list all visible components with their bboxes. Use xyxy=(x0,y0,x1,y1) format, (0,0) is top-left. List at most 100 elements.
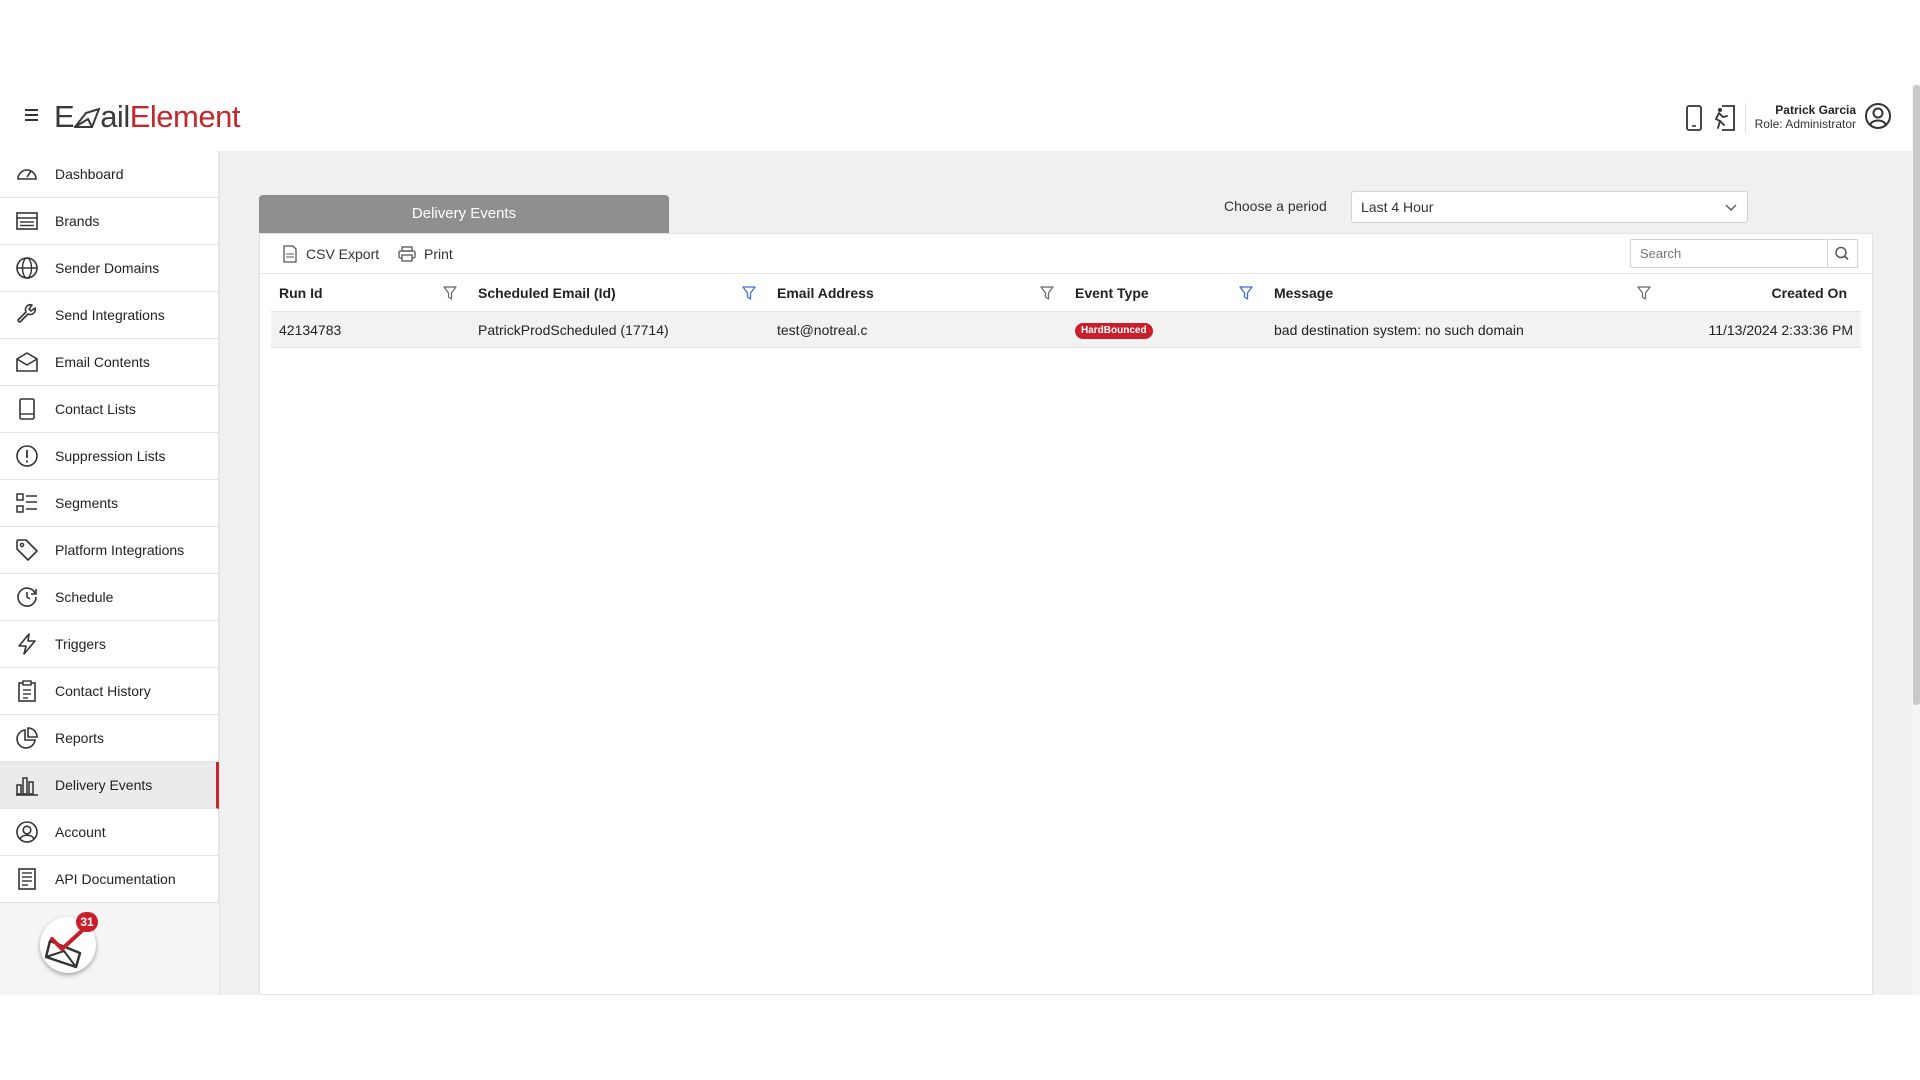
sidebar-item-delivery-events[interactable]: Delivery Events xyxy=(0,762,219,809)
search-input[interactable] xyxy=(1630,239,1828,268)
logo-text-e: E xyxy=(54,99,75,134)
sidebar-item-reports[interactable]: Reports xyxy=(0,715,219,762)
sidebar-item-label: Email Contents xyxy=(55,354,150,370)
column-header-run-id[interactable]: Run Id xyxy=(279,274,323,312)
filter-icon[interactable] xyxy=(443,286,457,300)
sidebar-item-label: Sender Domains xyxy=(55,260,160,276)
filter-icon[interactable] xyxy=(1637,286,1651,300)
print-label: Print xyxy=(424,246,453,262)
print-button[interactable]: Print xyxy=(398,244,453,264)
period-select[interactable]: Last 4 Hour xyxy=(1351,191,1748,223)
sidebar-item-brands[interactable]: Brands xyxy=(0,198,219,245)
document-icon xyxy=(18,868,36,890)
sidebar-item-label: Account xyxy=(55,824,106,840)
user-name: Patrick Garcia xyxy=(1775,103,1856,117)
sidebar-item-label: Send Integrations xyxy=(55,307,165,323)
sidebar-item-label: Reports xyxy=(55,730,105,746)
sidebar-item-dashboard[interactable]: Dashboard xyxy=(0,151,219,198)
envelope-icon xyxy=(16,352,38,372)
wrench-icon xyxy=(17,303,37,323)
sidebar-item-suppression-lists[interactable]: Suppression Lists xyxy=(0,433,219,480)
pie-chart-icon xyxy=(16,727,38,749)
brands-list-icon xyxy=(16,212,38,230)
sidebar-item-send-integrations[interactable]: Send Integrations xyxy=(0,292,219,339)
sidebar-item-label: Schedule xyxy=(55,589,114,605)
delivery-events-panel: CSV Export Print Run Id Scheduled Email … xyxy=(259,233,1873,995)
logo-envelope-icon xyxy=(73,107,101,128)
sidebar-item-label: Dashboard xyxy=(55,166,124,182)
column-header-message[interactable]: Message xyxy=(1274,274,1333,312)
sidebar-item-account[interactable]: Account xyxy=(0,809,219,856)
sidebar-item-label: Triggers xyxy=(55,636,106,652)
printer-icon xyxy=(398,246,416,262)
tag-icon xyxy=(16,539,38,561)
page-scrollbar[interactable] xyxy=(1912,85,1920,995)
header-separator xyxy=(1745,103,1746,133)
sidebar-item-contact-lists[interactable]: Contact Lists xyxy=(0,386,219,433)
scrollbar-thumb[interactable] xyxy=(1913,85,1920,705)
logo-text-ail: ail xyxy=(100,99,130,134)
sidebar-item-email-contents[interactable]: Email Contents xyxy=(0,339,219,386)
sidebar-item-label: Brands xyxy=(55,213,100,229)
period-select-value: Last 4 Hour xyxy=(1361,199,1434,215)
cell-created-on: 11/13/2024 2:33:36 PM xyxy=(1708,322,1853,338)
app-window: EailElement Patrick Garcia Role: Adminis… xyxy=(0,85,1920,995)
notification-mail-button[interactable]: 31 xyxy=(40,912,98,973)
hamburger-menu-icon[interactable] xyxy=(22,106,42,126)
bar-chart-icon xyxy=(16,777,38,796)
sidebar-item-segments[interactable]: Segments xyxy=(0,480,219,527)
search-button[interactable] xyxy=(1828,239,1858,268)
globe-icon xyxy=(16,257,38,279)
sidebar-item-platform-integrations[interactable]: Platform Integrations xyxy=(0,527,219,574)
lightning-icon xyxy=(18,633,36,655)
book-icon xyxy=(19,398,35,420)
filter-icon[interactable] xyxy=(1239,286,1253,300)
logout-door-icon[interactable] xyxy=(1710,103,1738,133)
grid-toolbar: CSV Export Print xyxy=(260,234,1872,274)
column-header-event-type[interactable]: Event Type xyxy=(1075,274,1149,312)
csv-export-label: CSV Export xyxy=(306,246,380,262)
sidebar-item-label: API Documentation xyxy=(55,871,176,887)
table-row[interactable]: 42134783 PatrickProdScheduled (17714) te… xyxy=(271,312,1861,348)
tab-delivery-events[interactable]: Delivery Events xyxy=(259,195,669,233)
sidebar-item-api-documentation[interactable]: API Documentation xyxy=(0,856,219,903)
mobile-phone-icon[interactable] xyxy=(1680,103,1708,133)
sidebar-nav: Dashboard Brands Sender Domains Send Int… xyxy=(0,151,220,995)
dashboard-gauge-icon xyxy=(17,169,37,180)
notification-count-badge: 31 xyxy=(76,912,98,932)
sidebar-item-contact-history[interactable]: Contact History xyxy=(0,668,219,715)
user-info[interactable]: Patrick Garcia Role: Administrator xyxy=(1755,103,1856,131)
segments-list-icon xyxy=(16,493,37,513)
sidebar-item-triggers[interactable]: Triggers xyxy=(0,621,219,668)
user-circle-icon xyxy=(16,821,38,843)
exclamation-circle-icon xyxy=(16,445,38,467)
cell-event-type: HardBounced xyxy=(1075,312,1153,348)
filter-icon[interactable] xyxy=(742,286,756,300)
filter-icon[interactable] xyxy=(1040,286,1054,300)
sidebar-item-label: Delivery Events xyxy=(55,777,153,793)
event-type-badge: HardBounced xyxy=(1075,323,1153,340)
app-logo[interactable]: EailElement xyxy=(54,99,240,135)
cell-email-address: test@notreal.c xyxy=(777,322,868,338)
sidebar-item-schedule[interactable]: Schedule xyxy=(0,574,219,621)
sidebar-item-label: Segments xyxy=(55,495,119,511)
column-header-scheduled-email[interactable]: Scheduled Email (Id) xyxy=(478,274,616,312)
user-role: Role: Administrator xyxy=(1754,117,1856,131)
user-avatar-icon[interactable] xyxy=(1864,102,1892,130)
cell-message: bad destination system: no such domain xyxy=(1274,322,1524,338)
cell-scheduled-email: PatrickProdScheduled (17714) xyxy=(478,322,669,338)
search-icon xyxy=(1835,246,1849,261)
table-header-row: Run Id Scheduled Email (Id) Email Addres… xyxy=(271,274,1861,312)
period-label: Choose a period xyxy=(1224,198,1327,214)
sidebar-item-label: Suppression Lists xyxy=(55,448,166,464)
column-header-created-on[interactable]: Created On xyxy=(1772,274,1847,312)
clock-history-icon xyxy=(17,587,37,607)
chevron-down-icon xyxy=(1725,204,1737,211)
csv-export-button[interactable]: CSV Export xyxy=(282,244,379,264)
sidebar-item-sender-domains[interactable]: Sender Domains xyxy=(0,245,219,292)
cell-run-id: 42134783 xyxy=(279,322,342,338)
sidebar-item-label: Platform Integrations xyxy=(55,542,185,558)
sidebar-item-label: Contact History xyxy=(55,683,151,699)
column-header-email-address[interactable]: Email Address xyxy=(777,274,874,312)
sidebar-item-label: Contact Lists xyxy=(55,401,136,417)
